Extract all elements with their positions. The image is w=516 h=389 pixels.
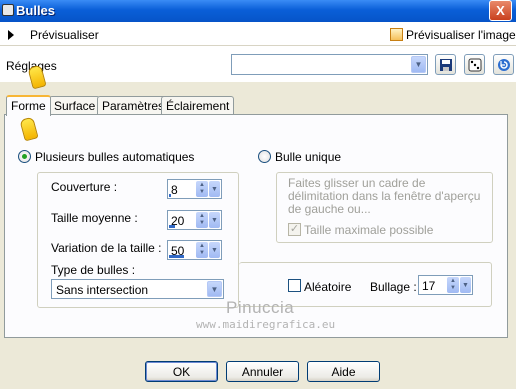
- tab-eclairement[interactable]: Éclairement: [161, 96, 235, 115]
- chevron-down-icon[interactable]: ▼: [209, 242, 220, 258]
- coverage-value: 8: [171, 183, 178, 197]
- watermark-name: Pinuccia: [226, 298, 295, 317]
- title-bar[interactable]: Bulles X: [0, 0, 516, 22]
- max-size-label[interactable]: Taille maximale possible: [304, 223, 433, 237]
- chevron-down-icon[interactable]: ▼: [207, 281, 222, 297]
- preview-image-checkbox[interactable]: [390, 28, 403, 41]
- chevron-down-icon[interactable]: ▼: [209, 212, 220, 228]
- close-icon: X: [496, 3, 505, 18]
- help-button[interactable]: Aide: [307, 361, 380, 382]
- max-size-checkbox[interactable]: ✓: [288, 223, 301, 236]
- random-checkbox[interactable]: [288, 279, 301, 292]
- bubble-type-value: Sans intersection: [56, 283, 149, 297]
- coverage-level-bar: [169, 194, 171, 197]
- size-variation-spinner[interactable]: 50 ▲ ▼ ▼: [167, 240, 222, 260]
- tab-surface[interactable]: Surface: [49, 96, 101, 115]
- radio-selected-dot: [22, 154, 27, 159]
- tab-parametres[interactable]: Paramètres: [97, 96, 170, 115]
- dice-icon: [468, 58, 481, 71]
- spin-arrows-icon[interactable]: ▲ ▼: [196, 242, 208, 258]
- single-bubble-radio[interactable]: [258, 150, 271, 163]
- single-bubble-hint: Faites glisser un cadre de délimitation …: [288, 176, 481, 216]
- spin-arrows-icon[interactable]: ▲ ▼: [447, 277, 459, 293]
- bubbling-spinner[interactable]: 17 ▲ ▼ ▼: [418, 275, 473, 295]
- chevron-down-icon[interactable]: ▼: [209, 181, 220, 197]
- spin-arrows-icon[interactable]: ▲ ▼: [196, 181, 208, 197]
- random-label[interactable]: Aléatoire: [304, 280, 351, 294]
- presets-dropdown[interactable]: ▼: [231, 54, 428, 75]
- save-icon: [439, 58, 452, 71]
- spin-arrows-icon[interactable]: ▲ ▼: [196, 212, 208, 228]
- checkmark-icon: ✓: [289, 223, 300, 235]
- avg-size-spinner[interactable]: 20 ▲ ▼ ▼: [167, 210, 222, 230]
- save-preset-button[interactable]: [435, 54, 456, 75]
- window-title: Bulles: [16, 3, 56, 18]
- watermark-url: www.maidiregrafica.eu: [196, 318, 336, 331]
- close-button[interactable]: X: [489, 0, 512, 21]
- chevron-down-icon[interactable]: ▼: [460, 277, 471, 293]
- bubble-type-label: Type de bulles :: [51, 263, 136, 277]
- cancel-button[interactable]: Annuler: [226, 361, 299, 382]
- random-preset-button[interactable]: [464, 54, 485, 75]
- avg-size-level-bar: [169, 225, 175, 228]
- bubbling-value: 17: [422, 279, 436, 293]
- size-variation-label: Variation de la taille :: [51, 241, 162, 255]
- auto-bubbles-label[interactable]: Plusieurs bulles automatiques: [35, 150, 194, 164]
- preview-image-label[interactable]: Prévisualiser l'image: [406, 28, 516, 42]
- avg-size-label: Taille moyenne :: [51, 211, 138, 225]
- tab-forme[interactable]: Forme: [6, 95, 51, 116]
- coverage-spinner[interactable]: 8 ▲ ▼ ▼: [167, 179, 222, 199]
- coverage-label: Couverture :: [51, 180, 118, 194]
- reset-icon: [497, 58, 510, 71]
- ok-button[interactable]: OK: [145, 361, 218, 382]
- bubble-type-dropdown[interactable]: Sans intersection ▼: [51, 279, 224, 299]
- size-variation-level-bar: [169, 255, 184, 258]
- preview-label[interactable]: Prévisualiser: [30, 28, 99, 42]
- bubbling-label: Bullage :: [370, 280, 417, 294]
- single-bubble-label[interactable]: Bulle unique: [275, 150, 341, 164]
- reset-preset-button[interactable]: [493, 54, 514, 75]
- app-icon: [2, 4, 14, 16]
- expand-preview-icon[interactable]: [8, 30, 14, 40]
- auto-bubbles-radio[interactable]: [18, 150, 31, 163]
- chevron-down-icon[interactable]: ▼: [411, 56, 426, 73]
